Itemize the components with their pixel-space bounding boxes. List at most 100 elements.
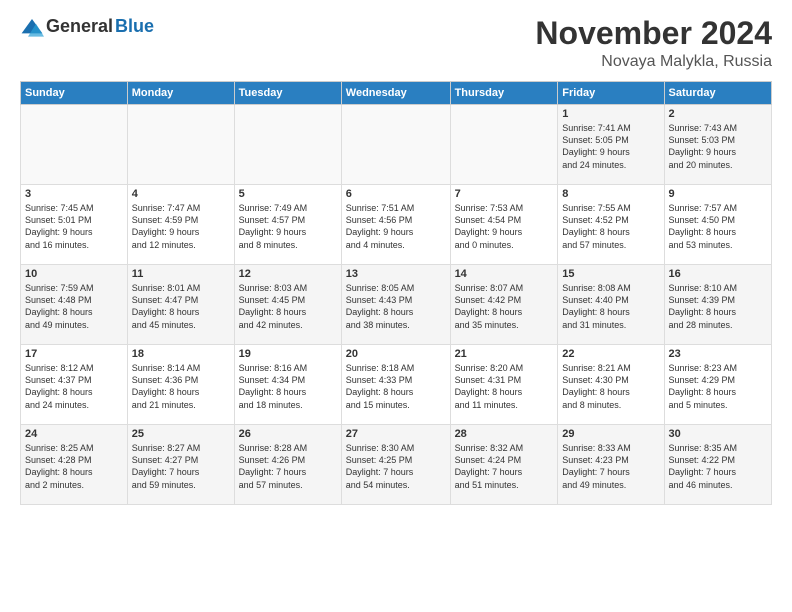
day-info: Sunrise: 8:27 AM Sunset: 4:27 PM Dayligh… <box>132 442 230 491</box>
calendar-cell: 11 Sunrise: 8:01 AM Sunset: 4:47 PM Dayli… <box>127 265 234 345</box>
weekday-header-wednesday: Wednesday <box>341 82 450 105</box>
calendar-cell: 6 Sunrise: 7:51 AM Sunset: 4:56 PM Daylig… <box>341 185 450 265</box>
day-info: Sunrise: 8:32 AM Sunset: 4:24 PM Dayligh… <box>455 442 554 491</box>
weekday-header-friday: Friday <box>558 82 664 105</box>
calendar-cell: 23 Sunrise: 8:23 AM Sunset: 4:29 PM Dayli… <box>664 345 771 425</box>
day-number: 29 <box>562 428 659 440</box>
day-info: Sunrise: 8:12 AM Sunset: 4:37 PM Dayligh… <box>25 362 123 411</box>
day-info: Sunrise: 7:53 AM Sunset: 4:54 PM Dayligh… <box>455 202 554 251</box>
day-number: 19 <box>239 348 337 360</box>
day-info: Sunrise: 8:21 AM Sunset: 4:30 PM Dayligh… <box>562 362 659 411</box>
day-number: 15 <box>562 268 659 280</box>
day-info: Sunrise: 8:30 AM Sunset: 4:25 PM Dayligh… <box>346 442 446 491</box>
day-number: 26 <box>239 428 337 440</box>
day-info: Sunrise: 7:55 AM Sunset: 4:52 PM Dayligh… <box>562 202 659 251</box>
day-info: Sunrise: 8:08 AM Sunset: 4:40 PM Dayligh… <box>562 282 659 331</box>
day-info: Sunrise: 8:28 AM Sunset: 4:26 PM Dayligh… <box>239 442 337 491</box>
calendar-week-5: 24Sunrise: 8:25 AM Sunset: 4:28 PM Dayli… <box>21 425 772 505</box>
day-info: Sunrise: 7:45 AM Sunset: 5:01 PM Dayligh… <box>25 202 123 251</box>
day-info: Sunrise: 8:01 AM Sunset: 4:47 PM Dayligh… <box>132 282 230 331</box>
calendar-cell: 3 Sunrise: 7:45 AM Sunset: 5:01 PM Daylig… <box>21 185 128 265</box>
calendar-cell: 27 Sunrise: 8:30 AM Sunset: 4:25 PM Dayli… <box>341 425 450 505</box>
calendar-week-4: 17 Sunrise: 8:12 AM Sunset: 4:37 PM Dayli… <box>21 345 772 425</box>
calendar-cell: 5Sunrise: 7:49 AM Sunset: 4:57 PM Daylig… <box>234 185 341 265</box>
day-info: Sunrise: 7:43 AM Sunset: 5:03 PM Dayligh… <box>669 122 767 171</box>
calendar-cell: 25Sunrise: 8:27 AM Sunset: 4:27 PM Dayli… <box>127 425 234 505</box>
page-header: GeneralBlue November 2024 Novaya Malykla… <box>20 16 772 71</box>
location-text: Novaya Malykla, Russia <box>535 53 772 71</box>
day-number: 20 <box>346 348 446 360</box>
day-number: 17 <box>25 348 123 360</box>
calendar-cell: 29Sunrise: 8:33 AM Sunset: 4:23 PM Dayli… <box>558 425 664 505</box>
calendar-cell: 4Sunrise: 7:47 AM Sunset: 4:59 PM Daylig… <box>127 185 234 265</box>
calendar-cell: 22 Sunrise: 8:21 AM Sunset: 4:30 PM Dayli… <box>558 345 664 425</box>
month-title: November 2024 <box>535 16 772 51</box>
day-number: 16 <box>669 268 767 280</box>
calendar-cell: 12 Sunrise: 8:03 AM Sunset: 4:45 PM Dayli… <box>234 265 341 345</box>
calendar-cell: 2 Sunrise: 7:43 AM Sunset: 5:03 PM Daylig… <box>664 105 771 185</box>
day-number: 10 <box>25 268 123 280</box>
calendar-week-2: 3 Sunrise: 7:45 AM Sunset: 5:01 PM Daylig… <box>21 185 772 265</box>
day-number: 1 <box>562 108 659 120</box>
day-info: Sunrise: 7:51 AM Sunset: 4:56 PM Dayligh… <box>346 202 446 251</box>
weekday-header-tuesday: Tuesday <box>234 82 341 105</box>
weekday-header-saturday: Saturday <box>664 82 771 105</box>
calendar-cell: 20 Sunrise: 8:18 AM Sunset: 4:33 PM Dayli… <box>341 345 450 425</box>
calendar-cell <box>234 105 341 185</box>
weekday-header-sunday: Sunday <box>21 82 128 105</box>
day-info: Sunrise: 7:57 AM Sunset: 4:50 PM Dayligh… <box>669 202 767 251</box>
day-info: Sunrise: 8:23 AM Sunset: 4:29 PM Dayligh… <box>669 362 767 411</box>
calendar-cell <box>127 105 234 185</box>
day-info: Sunrise: 8:25 AM Sunset: 4:28 PM Dayligh… <box>25 442 123 491</box>
calendar-cell <box>341 105 450 185</box>
day-number: 4 <box>132 188 230 200</box>
calendar-header-row: SundayMondayTuesdayWednesdayThursdayFrid… <box>21 82 772 105</box>
day-number: 9 <box>669 188 767 200</box>
day-info: Sunrise: 8:10 AM Sunset: 4:39 PM Dayligh… <box>669 282 767 331</box>
day-number: 30 <box>669 428 767 440</box>
day-info: Sunrise: 8:07 AM Sunset: 4:42 PM Dayligh… <box>455 282 554 331</box>
day-number: 8 <box>562 188 659 200</box>
day-number: 27 <box>346 428 446 440</box>
day-number: 28 <box>455 428 554 440</box>
calendar-cell: 14 Sunrise: 8:07 AM Sunset: 4:42 PM Dayli… <box>450 265 558 345</box>
day-number: 18 <box>132 348 230 360</box>
day-info: Sunrise: 8:03 AM Sunset: 4:45 PM Dayligh… <box>239 282 337 331</box>
day-number: 6 <box>346 188 446 200</box>
day-info: Sunrise: 7:49 AM Sunset: 4:57 PM Dayligh… <box>239 202 337 251</box>
day-number: 13 <box>346 268 446 280</box>
calendar-cell: 24Sunrise: 8:25 AM Sunset: 4:28 PM Dayli… <box>21 425 128 505</box>
calendar-cell: 16 Sunrise: 8:10 AM Sunset: 4:39 PM Dayli… <box>664 265 771 345</box>
calendar-cell: 13 Sunrise: 8:05 AM Sunset: 4:43 PM Dayli… <box>341 265 450 345</box>
calendar-cell: 10Sunrise: 7:59 AM Sunset: 4:48 PM Dayli… <box>21 265 128 345</box>
day-info: Sunrise: 8:14 AM Sunset: 4:36 PM Dayligh… <box>132 362 230 411</box>
day-info: Sunrise: 7:41 AM Sunset: 5:05 PM Dayligh… <box>562 122 659 171</box>
day-number: 2 <box>669 108 767 120</box>
calendar-cell: 21 Sunrise: 8:20 AM Sunset: 4:31 PM Dayli… <box>450 345 558 425</box>
day-info: Sunrise: 8:35 AM Sunset: 4:22 PM Dayligh… <box>669 442 767 491</box>
day-number: 11 <box>132 268 230 280</box>
day-number: 12 <box>239 268 337 280</box>
calendar-cell: 18 Sunrise: 8:14 AM Sunset: 4:36 PM Dayli… <box>127 345 234 425</box>
day-number: 14 <box>455 268 554 280</box>
day-number: 7 <box>455 188 554 200</box>
calendar-week-1: 1 Sunrise: 7:41 AM Sunset: 5:05 PM Daylig… <box>21 105 772 185</box>
calendar-table: SundayMondayTuesdayWednesdayThursdayFrid… <box>20 81 772 505</box>
day-info: Sunrise: 8:18 AM Sunset: 4:33 PM Dayligh… <box>346 362 446 411</box>
calendar-cell: 19Sunrise: 8:16 AM Sunset: 4:34 PM Dayli… <box>234 345 341 425</box>
title-block: November 2024 Novaya Malykla, Russia <box>535 16 772 71</box>
weekday-header-thursday: Thursday <box>450 82 558 105</box>
logo-blue-text: Blue <box>115 16 154 37</box>
day-info: Sunrise: 8:20 AM Sunset: 4:31 PM Dayligh… <box>455 362 554 411</box>
calendar-cell: 26 Sunrise: 8:28 AM Sunset: 4:26 PM Dayli… <box>234 425 341 505</box>
day-number: 22 <box>562 348 659 360</box>
day-number: 21 <box>455 348 554 360</box>
calendar-cell: 9 Sunrise: 7:57 AM Sunset: 4:50 PM Daylig… <box>664 185 771 265</box>
day-info: Sunrise: 8:05 AM Sunset: 4:43 PM Dayligh… <box>346 282 446 331</box>
calendar-cell: 28 Sunrise: 8:32 AM Sunset: 4:24 PM Dayli… <box>450 425 558 505</box>
calendar-cell: 8 Sunrise: 7:55 AM Sunset: 4:52 PM Daylig… <box>558 185 664 265</box>
day-number: 23 <box>669 348 767 360</box>
calendar-cell: 1 Sunrise: 7:41 AM Sunset: 5:05 PM Daylig… <box>558 105 664 185</box>
day-number: 3 <box>25 188 123 200</box>
calendar-cell <box>450 105 558 185</box>
